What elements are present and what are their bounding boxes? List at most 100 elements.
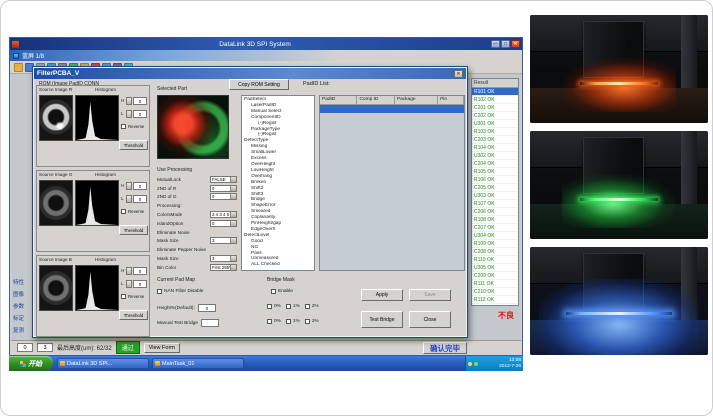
checkbox-box[interactable] bbox=[271, 289, 276, 294]
pad-table-header[interactable]: PadID bbox=[320, 96, 357, 104]
dialog-close-button[interactable]: ✕ bbox=[454, 70, 463, 78]
result-row[interactable]: R102 OK bbox=[472, 96, 518, 104]
result-row[interactable]: R104 OK bbox=[472, 144, 518, 152]
apply-button[interactable]: Apply bbox=[361, 289, 403, 301]
result-row[interactable]: R106 OK bbox=[472, 176, 518, 184]
result-row[interactable]: C210 OK bbox=[472, 288, 518, 296]
processing-option-dropdown[interactable]: First 255Va bbox=[210, 264, 237, 271]
processing-option-dropdown[interactable]: 0 bbox=[210, 193, 237, 200]
result-row[interactable]: C207 OK bbox=[472, 224, 518, 232]
tray-icon[interactable] bbox=[468, 362, 472, 366]
start-button[interactable]: 开始 bbox=[9, 356, 53, 371]
processing-option-dropdown[interactable]: 0 bbox=[210, 220, 237, 227]
processing-option-dropdown[interactable]: 3 bbox=[210, 255, 237, 262]
spinner-control[interactable] bbox=[126, 280, 132, 288]
threshold-button[interactable]: Threshold bbox=[119, 225, 148, 235]
view-form-button[interactable]: View Form bbox=[144, 343, 180, 353]
nan-filter-checkbox[interactable]: NAN Filter Disable bbox=[157, 289, 203, 294]
result-row[interactable]: R112 OK bbox=[472, 296, 518, 304]
checkbox-box[interactable] bbox=[157, 289, 162, 294]
threshold-button[interactable]: Threshold bbox=[119, 310, 148, 320]
result-row[interactable]: C204 OK bbox=[472, 160, 518, 168]
copy-rom-setting-button[interactable]: Copy ROM Setting bbox=[229, 79, 289, 90]
threshold-value-field[interactable]: 0 bbox=[133, 267, 147, 275]
minimize-button[interactable]: — bbox=[491, 40, 500, 48]
pad-table-header[interactable]: Comp ID bbox=[357, 96, 394, 104]
processing-option-dropdown[interactable]: 3 4 3 4 5 bbox=[210, 211, 237, 218]
taskbar-task-button[interactable]: DataLink 3D SPI... bbox=[57, 358, 149, 369]
bridge-mask-checkbox[interactable]: 0% bbox=[267, 304, 281, 309]
side-panel-label[interactable]: 参数 bbox=[13, 302, 31, 310]
processing-option-dropdown[interactable]: 0 bbox=[210, 185, 237, 192]
result-row[interactable]: R107 OK bbox=[472, 200, 518, 208]
checkbox-box[interactable] bbox=[121, 124, 126, 129]
result-row[interactable]: U303 OK bbox=[472, 192, 518, 200]
checkbox-box[interactable] bbox=[121, 209, 126, 214]
reverse-checkbox[interactable]: Reverse bbox=[121, 294, 144, 299]
checkbox-box[interactable] bbox=[286, 304, 291, 309]
side-panel-label[interactable]: 标定 bbox=[13, 314, 31, 322]
result-row[interactable]: R109 OK bbox=[472, 240, 518, 248]
pad-table-header[interactable]: Pin bbox=[438, 96, 464, 104]
pad-table-header[interactable]: Package bbox=[395, 96, 438, 104]
tree-item[interactable]: ALL Checked bbox=[242, 262, 314, 268]
checkbox-box[interactable] bbox=[267, 319, 272, 324]
open-icon[interactable] bbox=[14, 63, 23, 72]
result-row[interactable]: R111 OK bbox=[472, 280, 518, 288]
maximize-button[interactable]: □ bbox=[501, 40, 510, 48]
side-panel-label[interactable]: 图像 bbox=[13, 290, 31, 298]
result-row[interactable]: R110 OK bbox=[472, 256, 518, 264]
tray-icon[interactable] bbox=[474, 362, 478, 366]
result-row[interactable]: R105 OK bbox=[472, 168, 518, 176]
manual-test-bridge-field[interactable] bbox=[201, 319, 219, 327]
threshold-value-field[interactable]: 0 bbox=[133, 97, 147, 105]
save-button[interactable]: Save bbox=[409, 289, 451, 301]
threshold-button[interactable]: Threshold bbox=[119, 140, 148, 150]
close-dialog-button[interactable]: Close bbox=[409, 311, 451, 328]
status-field-2[interactable]: 3 bbox=[37, 343, 53, 352]
result-row[interactable]: C205 OK bbox=[472, 184, 518, 192]
spinner-control[interactable] bbox=[126, 97, 132, 105]
result-row[interactable]: R103 OK bbox=[472, 128, 518, 136]
result-row[interactable]: U302 OK bbox=[472, 152, 518, 160]
status-field-1[interactable]: 0 bbox=[17, 343, 33, 352]
result-row[interactable]: C202 OK bbox=[472, 112, 518, 120]
processing-option-dropdown[interactable]: 3 bbox=[210, 237, 237, 244]
checkbox-box[interactable] bbox=[121, 294, 126, 299]
result-row[interactable]: R108 OK bbox=[472, 216, 518, 224]
result-row[interactable]: U304 OK bbox=[472, 232, 518, 240]
bridge-mask-enable-checkbox[interactable]: Enable bbox=[271, 289, 293, 294]
threshold-value-field[interactable]: 0 bbox=[133, 110, 147, 118]
checkbox-box[interactable] bbox=[286, 319, 291, 324]
spinner-control[interactable] bbox=[126, 110, 132, 118]
threshold-value-field[interactable]: 0 bbox=[133, 280, 147, 288]
bridge-mask-checkbox[interactable]: 0% bbox=[267, 319, 281, 324]
bridge-mask-checkbox[interactable]: 2% bbox=[305, 319, 319, 324]
result-row[interactable]: C203 OK bbox=[472, 136, 518, 144]
reverse-checkbox[interactable]: Reverse bbox=[121, 124, 144, 129]
side-panel-label[interactable]: 特性 bbox=[13, 278, 31, 286]
result-row[interactable]: U305 OK bbox=[472, 264, 518, 272]
system-tray[interactable]: 13:08 2012-7-26 bbox=[465, 356, 523, 371]
spinner-control[interactable] bbox=[126, 267, 132, 275]
result-row[interactable]: C208 OK bbox=[472, 248, 518, 256]
checkbox-box[interactable] bbox=[305, 319, 310, 324]
side-panel-label[interactable]: 复测 bbox=[13, 326, 31, 334]
pad-table-selected-row[interactable] bbox=[320, 105, 464, 113]
bridge-mask-checkbox[interactable]: 2% bbox=[305, 304, 319, 309]
threshold-value-field[interactable]: 0 bbox=[133, 182, 147, 190]
test-bridge-button[interactable]: Test Bridge bbox=[361, 311, 403, 328]
reverse-checkbox[interactable]: Reverse bbox=[121, 209, 144, 214]
height-default-field[interactable]: 0 bbox=[198, 304, 216, 312]
processing-option-dropdown[interactable]: FALSE bbox=[210, 176, 237, 183]
bridge-mask-checkbox[interactable]: 1% bbox=[286, 304, 300, 309]
spinner-control[interactable] bbox=[126, 182, 132, 190]
result-row[interactable]: C206 OK bbox=[472, 208, 518, 216]
confirm-complete-button[interactable]: 确认完毕 bbox=[423, 342, 467, 354]
close-button[interactable]: ✕ bbox=[511, 40, 520, 48]
spinner-control[interactable] bbox=[126, 195, 132, 203]
result-row[interactable]: C209 OK bbox=[472, 272, 518, 280]
result-row[interactable]: R101 OK bbox=[472, 88, 518, 96]
checkbox-box[interactable] bbox=[267, 304, 272, 309]
bridge-mask-checkbox[interactable]: 1% bbox=[286, 319, 300, 324]
